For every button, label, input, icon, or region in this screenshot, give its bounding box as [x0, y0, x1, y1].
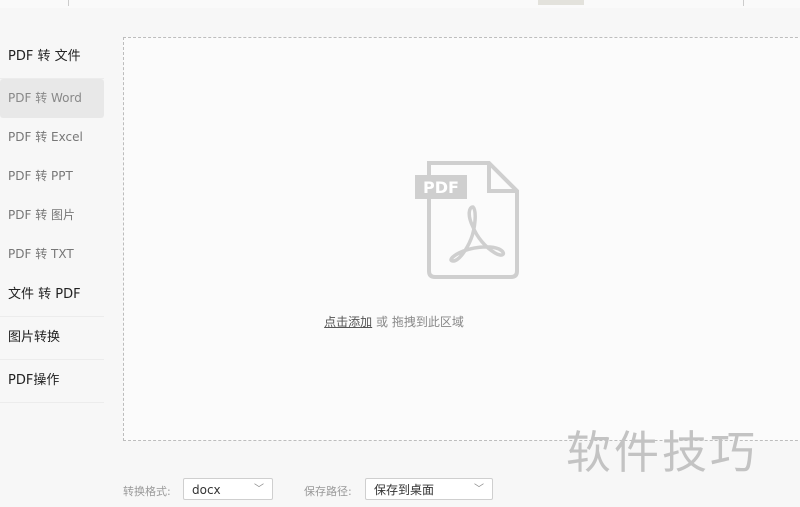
title-bar-divider	[68, 0, 69, 6]
bottom-bar: 转换格式: docx ﹀ 保存路径: 保存到桌面 ﹀	[0, 470, 560, 507]
sidebar-item-pdf-to-txt[interactable]: PDF 转 TXT	[0, 235, 104, 274]
sidebar-item-pdf-to-excel[interactable]: PDF 转 Excel	[0, 118, 104, 157]
sidebar: PDF 转 文件 PDF 转 Word PDF 转 Excel PDF 转 PP…	[0, 36, 104, 403]
watermark: 软件技巧	[566, 426, 759, 479]
avatar[interactable]	[538, 0, 584, 5]
title-bar-divider	[743, 0, 744, 6]
pdf-file-icon: PDF	[415, 161, 519, 279]
drop-zone-hint: 点击添加 或 拖拽到此区域	[124, 313, 800, 330]
sidebar-group-pdf-operations[interactable]: PDF操作	[0, 360, 104, 403]
chevron-down-icon: ﹀	[254, 484, 264, 495]
sidebar-item-label: PDF 转 图片	[8, 208, 76, 222]
sidebar-group-label: 文件 转 PDF	[8, 287, 81, 302]
sidebar-item-pdf-to-image[interactable]: PDF 转 图片	[0, 196, 104, 235]
sidebar-group-pdf-to-file[interactable]: PDF 转 文件	[0, 36, 104, 79]
sidebar-item-label: PDF 转 Word	[8, 91, 82, 105]
chevron-down-icon: ﹀	[474, 484, 484, 495]
file-drop-zone[interactable]: PDF 点击添加 或 拖拽到此区域	[123, 37, 800, 441]
pdf-icon-label: PDF	[423, 178, 459, 197]
save-path-select-value: 保存到桌面	[374, 483, 435, 497]
drop-zone-hint-text: 或 拖拽到此区域	[372, 315, 464, 329]
save-path-label: 保存路径:	[304, 485, 352, 498]
save-path-select[interactable]: 保存到桌面 ﹀	[365, 478, 493, 500]
format-select[interactable]: docx ﹀	[183, 478, 273, 500]
sidebar-item-pdf-to-ppt[interactable]: PDF 转 PPT	[0, 157, 104, 196]
sidebar-group-label: 图片转换	[8, 330, 61, 345]
click-to-add-link[interactable]: 点击添加	[324, 315, 372, 329]
sidebar-item-label: PDF 转 TXT	[8, 247, 74, 261]
sidebar-item-label: PDF 转 PPT	[8, 169, 73, 183]
sidebar-item-label: PDF 转 Excel	[8, 130, 83, 144]
format-label: 转换格式:	[123, 485, 171, 498]
sidebar-group-image-convert[interactable]: 图片转换	[0, 317, 104, 360]
sidebar-group-label: PDF 转 文件	[8, 49, 81, 64]
format-select-value: docx	[192, 483, 221, 497]
sidebar-group-label: PDF操作	[8, 373, 60, 388]
sidebar-group-file-to-pdf[interactable]: 文件 转 PDF	[0, 274, 104, 317]
sidebar-item-pdf-to-word[interactable]: PDF 转 Word	[0, 79, 104, 118]
title-bar	[0, 0, 800, 8]
